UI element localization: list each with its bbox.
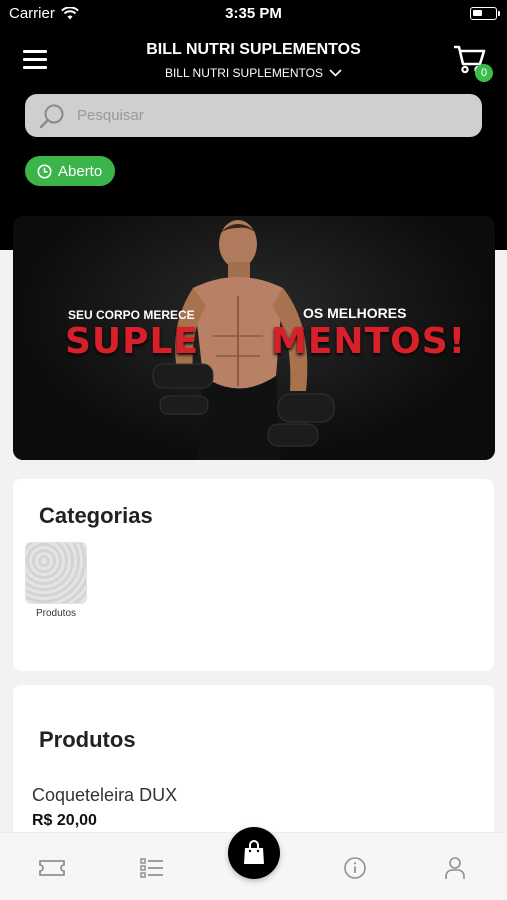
category-label: Produtos [35,608,77,619]
search-icon [39,104,64,128]
promo-banner[interactable]: SEU CORPO MERECE OS MELHORES SUPLE MENTO… [13,216,495,460]
cart-count-badge: 0 [475,64,493,82]
categories-title: Categorias [39,503,153,528]
banner-headline-right: MENTOS! [271,321,467,362]
chevron-down-icon [329,69,342,77]
shopping-bag-icon [244,840,264,864]
tab-catalog[interactable] [137,853,167,883]
tab-coupons[interactable] [37,853,67,883]
product-name[interactable]: Coqueteleira DUX [32,785,177,806]
store-title: BILL NUTRI SUPLEMENTOS [146,41,361,58]
info-icon [344,857,366,879]
product-price: R$ 20,00 [32,812,97,829]
status-bar: Carrier 3:35 PM [0,0,507,28]
search-bar [25,94,482,137]
store-selector-label: BILL NUTRI SUPLEMENTOS [164,66,324,80]
category-thumbnail [25,542,87,604]
bag-button[interactable] [228,827,280,879]
open-status-badge: Aberto [25,156,116,186]
clock: 3:35 PM [225,5,282,22]
banner-tagline-left: SEU CORPO MERECE [68,308,195,322]
tab-profile[interactable] [440,853,470,883]
clock-icon [37,164,52,178]
banner-headline-left: SUPLE [65,321,200,362]
search-input[interactable] [77,107,457,124]
store-selector[interactable]: BILL NUTRI SUPLEMENTOS [0,66,507,80]
ticket-icon [39,860,65,876]
banner-tagline-right: OS MELHORES [303,305,407,321]
tab-info[interactable] [340,853,370,883]
products-section: Produtos Coqueteleira DUX R$ 20,00 [13,685,494,845]
cart-button[interactable]: 0 [453,44,493,82]
products-title: Produtos [39,727,136,752]
categories-section: Categorias Produtos [13,479,494,671]
list-icon [140,858,163,878]
category-item[interactable]: Produtos [25,542,87,619]
user-icon [445,857,465,879]
bottom-tab-bar [0,827,507,900]
battery-icon [470,7,500,20]
open-status-label: Aberto [58,162,103,180]
